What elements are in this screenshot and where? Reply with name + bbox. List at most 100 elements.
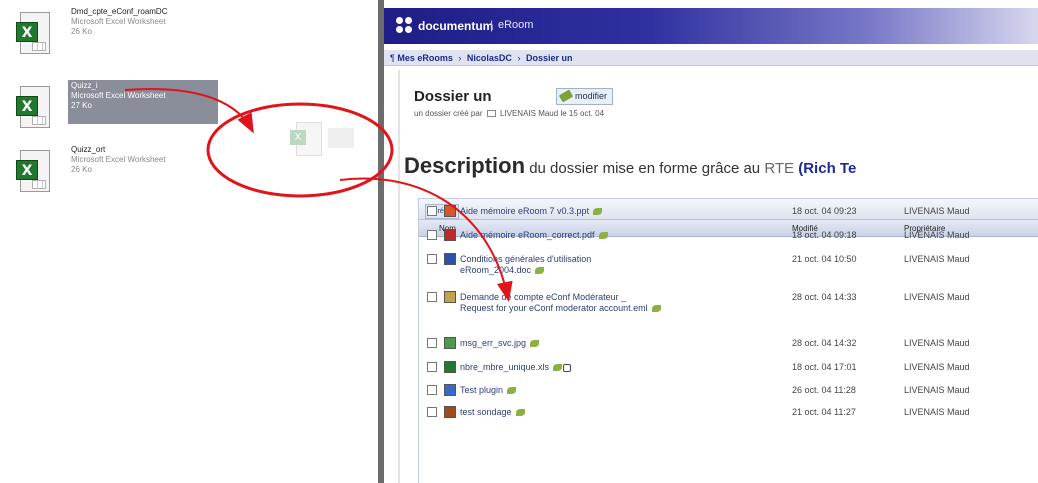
file-link[interactable]: Demande de compte eConf Modérateur _ Requ… xyxy=(460,292,661,314)
modified-date: 28 oct. 04 14:32 xyxy=(792,338,857,348)
file-type-icon xyxy=(444,253,456,265)
owner-name[interactable]: LIVENAIS Maud xyxy=(904,292,970,302)
file-name: Quizz_ort xyxy=(71,145,106,154)
file-name-line: nbre_mbre_unique.xls xyxy=(460,362,572,373)
attachment-icon[interactable] xyxy=(563,363,572,372)
table-row[interactable]: test sondage 21 oct. 04 11:27 LIVENAIS Mau… xyxy=(419,405,1038,427)
modified-date: 21 oct. 04 10:50 xyxy=(792,254,857,264)
edit-properties-icon[interactable] xyxy=(535,267,545,275)
row-checkbox[interactable] xyxy=(427,230,437,240)
dragged-file-ghost-icon: X xyxy=(288,118,354,168)
file-type-icon xyxy=(444,361,456,373)
owner-name[interactable]: LIVENAIS Maud xyxy=(904,362,970,372)
file-type-icon xyxy=(444,229,456,241)
owner-name[interactable]: LIVENAIS Maud xyxy=(904,254,970,264)
left-margin-rule xyxy=(398,70,400,483)
file-name-line: Conditions générales d'utilisation xyxy=(460,254,592,264)
brand-name: documentum xyxy=(418,19,494,33)
modified-date: 26 oct. 04 11:28 xyxy=(792,385,856,395)
row-checkbox[interactable] xyxy=(427,385,437,395)
file-name-line: Demande de compte eConf Modérateur _ xyxy=(460,292,627,302)
file-name-line: eRoom_2004.doc xyxy=(460,265,591,276)
desktop-file-quizz-ort[interactable]: X Quizz_ort Microsoft Excel Worksheet 26… xyxy=(8,144,223,199)
file-type-icon xyxy=(444,406,456,418)
excel-file-icon: X xyxy=(16,150,52,194)
file-name-line: test sondage xyxy=(460,407,525,418)
file-type-icon xyxy=(444,291,456,303)
owner-name[interactable]: LIVENAIS Maud xyxy=(904,407,970,417)
table-row[interactable]: Aide mémoire eRoom 7 v0.3.ppt 18 oct. 04 … xyxy=(419,204,1038,226)
breadcrumb-item-dossier-un[interactable]: Dossier un xyxy=(526,53,573,63)
breadcrumb-item-mes-erooms[interactable]: Mes eRooms xyxy=(397,53,453,63)
edit-button-label: modifier xyxy=(575,91,608,101)
file-name-line: Aide mémoire eRoom_correct.pdf xyxy=(460,230,608,241)
created-by-user[interactable]: LIVENAIS Maud xyxy=(500,109,558,118)
modified-date: 18 oct. 04 09:18 xyxy=(792,230,857,240)
modified-date: 21 oct. 04 11:27 xyxy=(792,407,856,417)
row-checkbox[interactable] xyxy=(427,407,437,417)
file-size: 27 Ko xyxy=(71,101,92,110)
file-link[interactable]: Test plugin xyxy=(460,385,517,396)
file-type-icon xyxy=(444,337,456,349)
breadcrumb-item-nicolasdc[interactable]: NicolasDC xyxy=(467,53,512,63)
edit-properties-icon[interactable] xyxy=(651,305,661,313)
file-type-icon xyxy=(444,384,456,396)
file-list: créer Nom Modifié Propriétaire Aide mémo… xyxy=(418,198,1038,483)
owner-name[interactable]: LIVENAIS Maud xyxy=(904,230,970,240)
edit-properties-icon[interactable] xyxy=(598,232,608,240)
edit-button[interactable]: modifier xyxy=(556,88,614,105)
folder-description: Description du dossier mise en forme grâ… xyxy=(404,153,857,178)
table-row[interactable]: Test plugin 26 oct. 04 11:28 LIVENAIS Maud xyxy=(419,383,1038,405)
row-checkbox[interactable] xyxy=(427,362,437,372)
file-link[interactable]: Aide mémoire eRoom 7 v0.3.ppt xyxy=(460,206,603,217)
created-by-line: un dossier créé par LIVENAIS Maud le 15 … xyxy=(414,109,605,118)
row-checkbox[interactable] xyxy=(427,254,437,264)
excel-file-icon: X xyxy=(16,86,52,130)
table-row[interactable]: Demande de compte eConf Modérateur _ Requ… xyxy=(419,290,1038,334)
file-link[interactable]: nbre_mbre_unique.xls xyxy=(460,362,572,373)
product-name: eRoom xyxy=(498,19,534,31)
row-checkbox[interactable] xyxy=(427,338,437,348)
page-title: Dossier un xyxy=(414,88,492,105)
file-type: Microsoft Excel Worksheet xyxy=(71,155,166,164)
file-name-line: Aide mémoire eRoom 7 v0.3.ppt xyxy=(460,206,603,217)
breadcrumb: ¶ Mes eRooms › NicolasDC › Dossier un xyxy=(384,50,1038,66)
desktop-file-quizz-i[interactable]: X Quizz_i Microsoft Excel Worksheet 27 K… xyxy=(8,80,223,135)
pencil-icon xyxy=(558,89,574,103)
row-checkbox[interactable] xyxy=(427,206,437,216)
file-link[interactable]: msg_err_svc.jpg xyxy=(460,338,540,349)
edit-properties-icon[interactable] xyxy=(530,340,540,348)
edit-properties-icon[interactable] xyxy=(507,387,517,395)
row-checkbox[interactable] xyxy=(427,292,437,302)
excel-file-icon: X xyxy=(16,12,52,56)
documentum-logo-icon xyxy=(396,17,414,35)
brand-separator: | xyxy=(490,18,494,32)
table-row[interactable]: msg_err_svc.jpg 28 oct. 04 14:32 LIVENAIS … xyxy=(419,336,1038,358)
file-link[interactable]: Aide mémoire eRoom_correct.pdf xyxy=(460,230,608,241)
file-link[interactable]: Conditions générales d'utilisation eRoom_… xyxy=(460,254,591,276)
edit-properties-icon[interactable] xyxy=(515,409,525,417)
table-row[interactable]: nbre_mbre_unique.xls 18 oct. 04 17:01 LIVE… xyxy=(419,360,1038,382)
file-name: Dmd_cpte_eConf_roamDC xyxy=(71,7,168,16)
file-size: 26 Ko xyxy=(71,165,92,174)
file-name-line: msg_err_svc.jpg xyxy=(460,338,540,349)
owner-name[interactable]: LIVENAIS Maud xyxy=(904,338,970,348)
file-size: 26 Ko xyxy=(71,27,92,36)
file-name-line: Test plugin xyxy=(460,385,517,396)
file-name: Quizz_i xyxy=(71,81,98,90)
owner-name[interactable]: LIVENAIS Maud xyxy=(904,206,970,216)
edit-properties-icon[interactable] xyxy=(553,364,563,372)
modified-date: 18 oct. 04 17:01 xyxy=(792,362,857,372)
file-type: Microsoft Excel Worksheet xyxy=(71,91,166,100)
user-icon xyxy=(486,110,496,118)
file-type-icon xyxy=(444,205,456,217)
owner-name[interactable]: LIVENAIS Maud xyxy=(904,385,970,395)
app-header: documentum | eRoom xyxy=(384,8,1038,44)
file-name-line: Request for your eConf moderator account… xyxy=(460,303,661,314)
edit-properties-icon[interactable] xyxy=(593,208,603,216)
desktop-file-dmd[interactable]: X Dmd_cpte_eConf_roamDC Microsoft Excel … xyxy=(8,6,223,61)
modified-date: 18 oct. 04 09:23 xyxy=(792,206,857,216)
table-row[interactable]: Aide mémoire eRoom_correct.pdf 18 oct. 04… xyxy=(419,228,1038,250)
table-row[interactable]: Conditions générales d'utilisation eRoom_… xyxy=(419,252,1038,288)
file-link[interactable]: test sondage xyxy=(460,407,525,418)
